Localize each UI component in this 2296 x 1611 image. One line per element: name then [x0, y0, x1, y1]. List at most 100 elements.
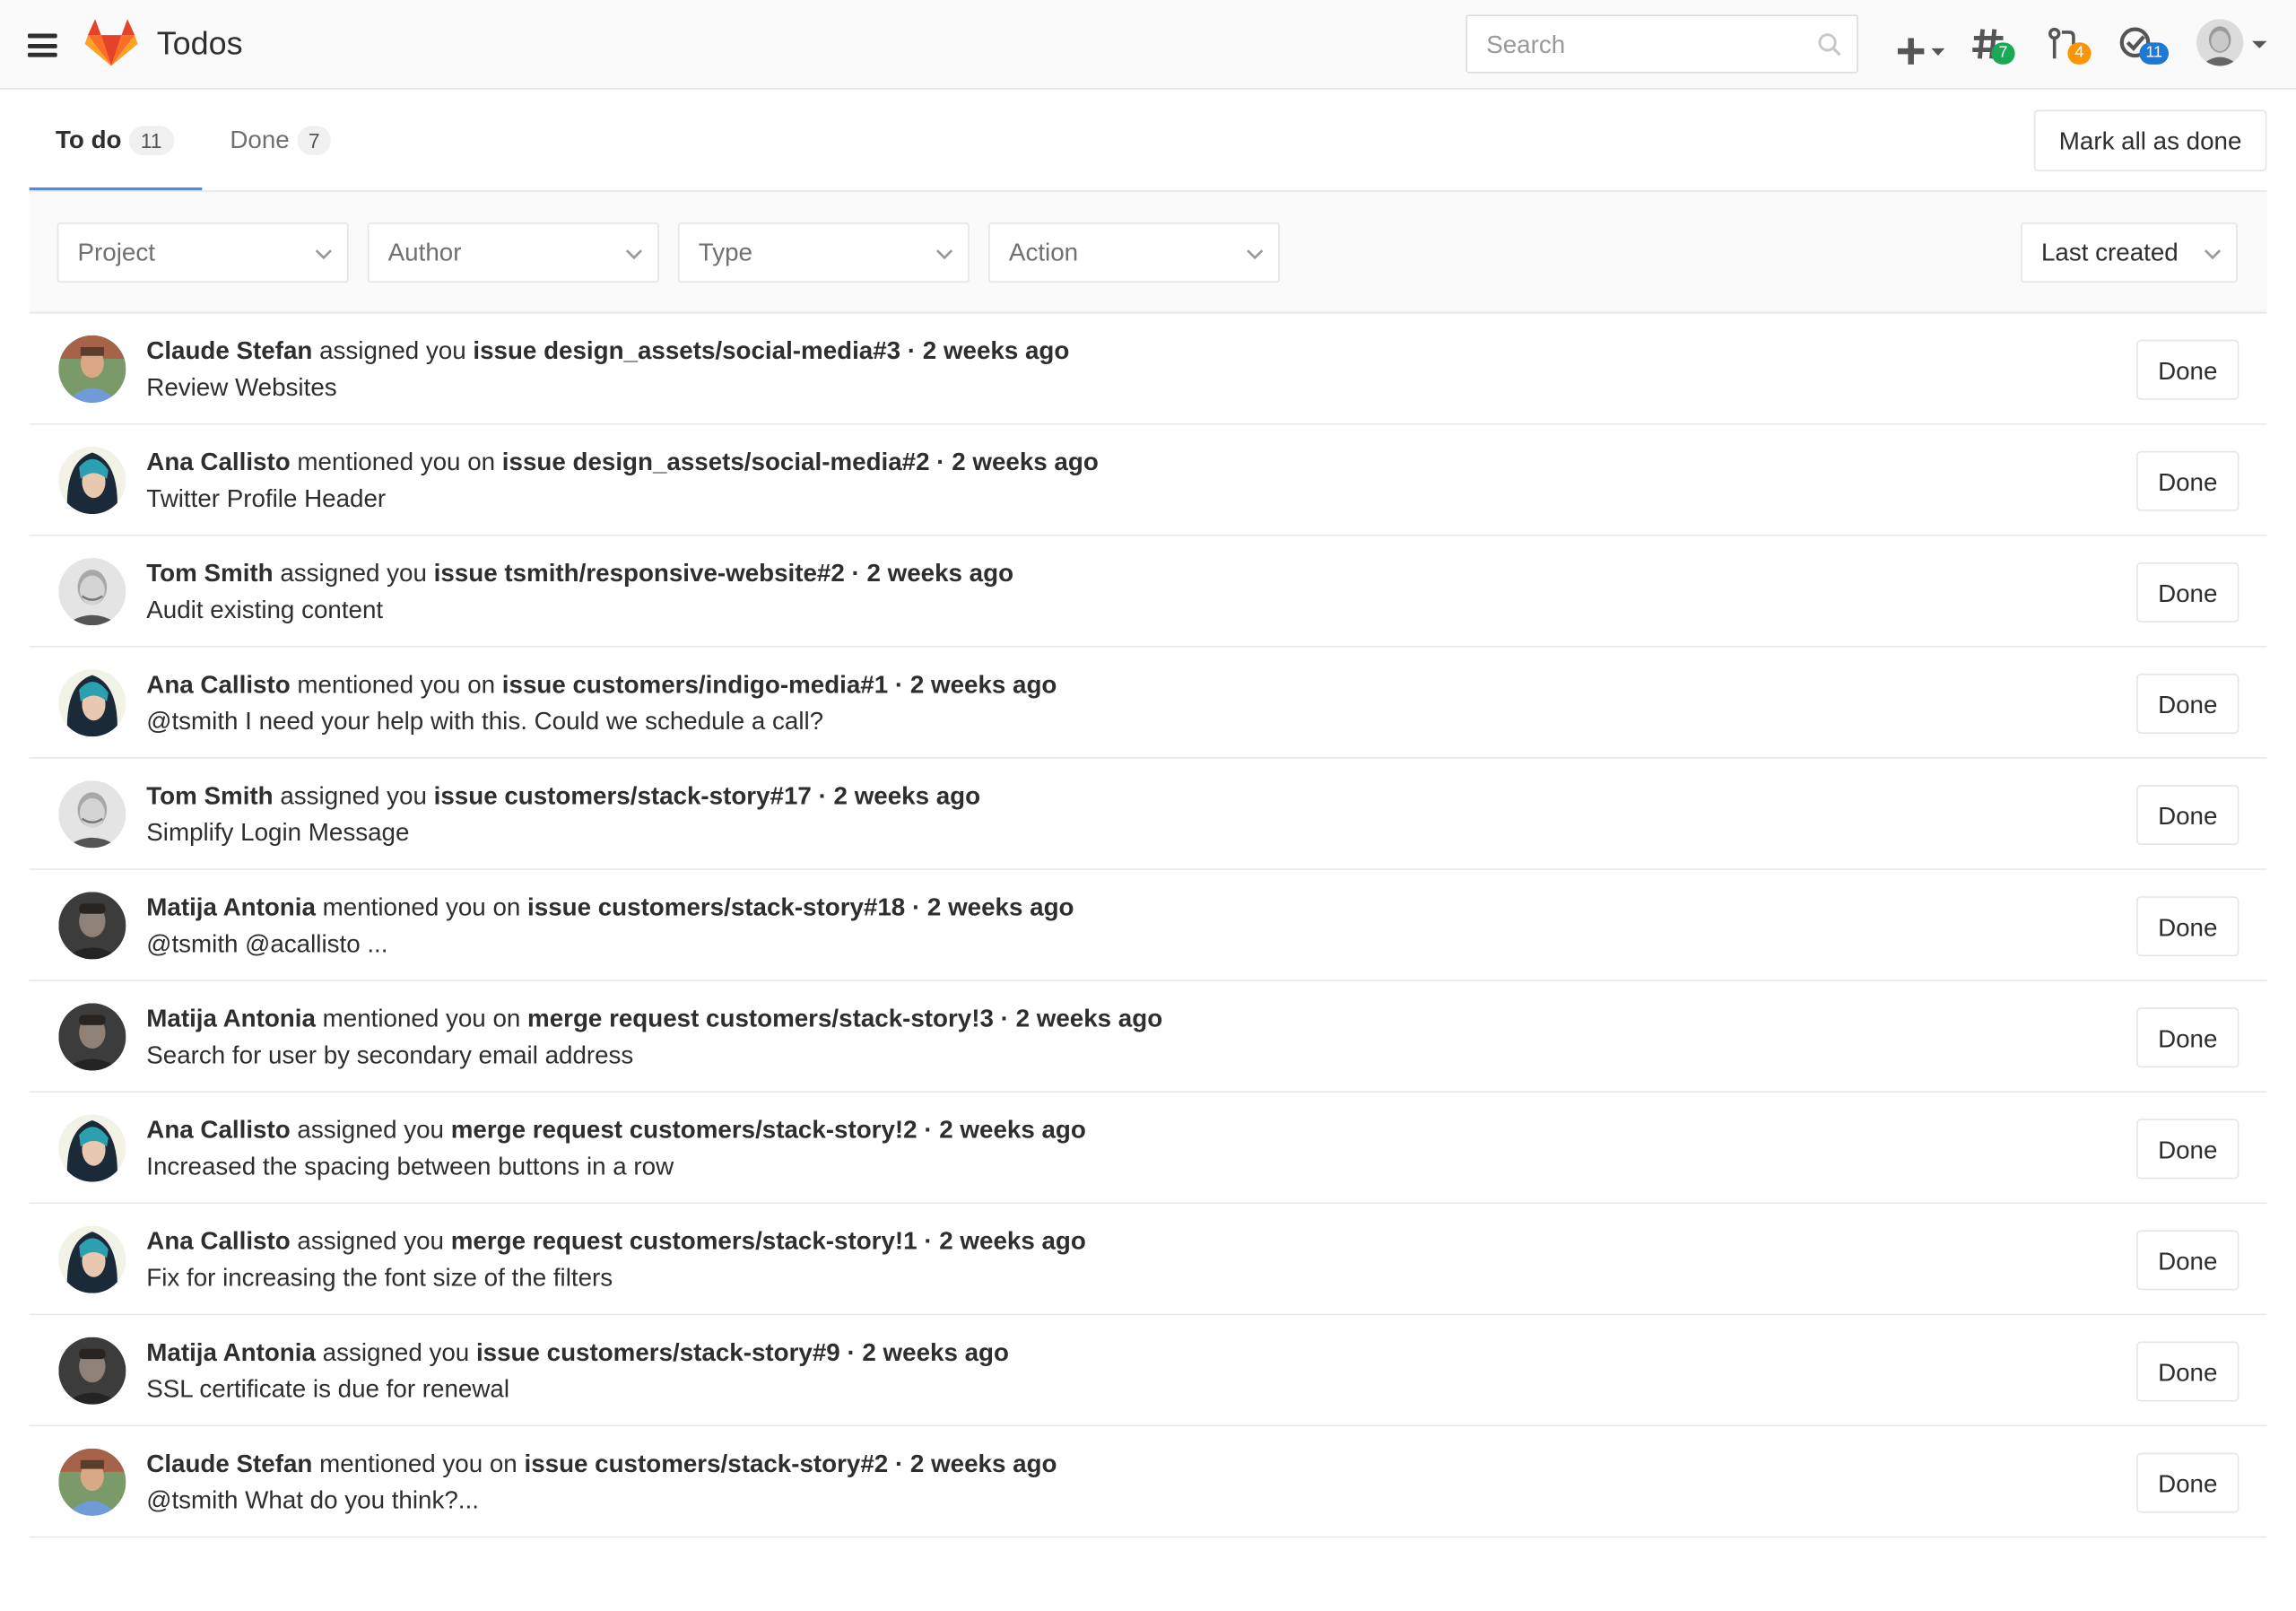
todo-item[interactable]: Ana Callisto assigned you merge request … — [29, 1204, 2267, 1316]
todo-action: mentioned you on — [297, 670, 496, 699]
todo-target-link[interactable]: issue design_assets/social-media#2 — [502, 448, 930, 476]
author-avatar[interactable] — [58, 780, 126, 849]
todo-time: 2 weeks ago — [926, 893, 1074, 921]
todo-target-link[interactable]: issue tsmith/responsive-website#2 — [434, 560, 845, 588]
merge-requests-nav[interactable]: 4 — [2048, 26, 2098, 67]
todo-item[interactable]: Ana Callisto mentioned you on issue desi… — [29, 424, 2267, 536]
todo-item[interactable]: Ana Callisto mentioned you on issue cust… — [29, 648, 2267, 759]
todo-separator: · — [839, 1338, 863, 1367]
todo-separator: · — [993, 1005, 1016, 1033]
done-button[interactable]: Done — [2136, 1230, 2239, 1291]
page-title: Todos — [156, 24, 243, 62]
todo-body: Search for user by secondary email addre… — [146, 1041, 634, 1069]
todo-target-link[interactable]: issue customers/stack-story#17 — [434, 782, 812, 810]
todo-separator: · — [888, 1450, 910, 1478]
todo-body: Fix for increasing the font size of the … — [146, 1264, 613, 1293]
todo-time: 2 weeks ago — [939, 1227, 1086, 1256]
todo-separator: · — [900, 336, 923, 365]
todo-author[interactable]: Tom Smith — [146, 782, 273, 810]
todo-title: Ana Callisto assigned you merge request … — [146, 1116, 1086, 1145]
search-box[interactable] — [1465, 14, 1858, 74]
done-button[interactable]: Done — [2136, 674, 2239, 734]
author-avatar[interactable] — [58, 558, 126, 626]
todo-author[interactable]: Claude Stefan — [146, 337, 312, 365]
todo-item[interactable]: Matija Antonia assigned you issue custom… — [29, 1315, 2267, 1427]
sort-dropdown[interactable]: Last created — [2021, 222, 2238, 283]
todo-target-link[interactable]: issue design_assets/social-media#3 — [473, 337, 900, 365]
todo-author[interactable]: Matija Antonia — [146, 1005, 316, 1032]
todo-action: assigned you — [280, 781, 427, 810]
done-button[interactable]: Done — [2136, 1007, 2239, 1068]
new-plus-icon[interactable] — [1895, 28, 1953, 74]
todo-target-link[interactable]: merge request customers/stack-story!1 — [451, 1227, 918, 1255]
todo-item[interactable]: Claude Stefan assigned you issue design_… — [29, 313, 2267, 425]
mark-all-done-button[interactable]: Mark all as done — [2033, 109, 2267, 172]
todo-time: 2 weeks ago — [866, 559, 1014, 588]
todo-time: 2 weeks ago — [939, 1116, 1086, 1145]
todo-action: assigned you — [322, 1338, 470, 1367]
todo-item[interactable]: Ana Callisto assigned you merge request … — [29, 1093, 2267, 1205]
done-button[interactable]: Done — [2136, 1119, 2239, 1180]
menu-icon[interactable] — [28, 33, 57, 57]
todo-item[interactable]: Tom Smith assigned you issue tsmith/resp… — [29, 536, 2267, 648]
done-button[interactable]: Done — [2136, 1341, 2239, 1402]
author-avatar[interactable] — [58, 1225, 126, 1293]
todo-separator: · — [905, 893, 927, 921]
project-filter-dropdown[interactable]: Project — [57, 222, 349, 283]
done-button[interactable]: Done — [2136, 785, 2239, 846]
todo-item[interactable]: Claude Stefan mentioned you on issue cus… — [29, 1426, 2267, 1538]
todo-author[interactable]: Ana Callisto — [146, 1227, 290, 1255]
author-avatar[interactable] — [58, 1337, 126, 1405]
done-button[interactable]: Done — [2136, 1452, 2239, 1513]
author-avatar[interactable] — [58, 335, 126, 403]
todo-target-link[interactable]: merge request customers/stack-story!2 — [451, 1116, 918, 1144]
todo-item[interactable]: Matija Antonia mentioned you on merge re… — [29, 981, 2267, 1093]
search-icon — [1818, 33, 1841, 57]
todo-target-link[interactable]: issue customers/stack-story#9 — [476, 1338, 840, 1366]
todo-action: mentioned you on — [297, 448, 496, 476]
todo-time: 2 weeks ago — [909, 1450, 1057, 1478]
todo-author[interactable]: Claude Stefan — [146, 1450, 312, 1477]
todo-author[interactable]: Ana Callisto — [146, 448, 290, 476]
filter-bar: Project Author Type Action Last created — [29, 191, 2267, 314]
todo-action: assigned you — [280, 559, 427, 588]
tab-done[interactable]: Done 7 — [230, 126, 332, 156]
search-input[interactable] — [1483, 29, 1812, 62]
chevron-down-icon — [1247, 249, 1264, 260]
todo-author[interactable]: Matija Antonia — [146, 893, 316, 921]
todo-target-link[interactable]: issue customers/stack-story#18 — [527, 893, 905, 921]
author-avatar[interactable] — [58, 669, 126, 737]
todo-item[interactable]: Matija Antonia mentioned you on issue cu… — [29, 870, 2267, 981]
todo-target-link[interactable]: issue customers/indigo-media#1 — [502, 671, 888, 699]
done-button[interactable]: Done — [2136, 339, 2239, 400]
todo-author[interactable]: Ana Callisto — [146, 1116, 290, 1144]
sort-label: Last created — [2040, 239, 2179, 267]
issues-nav[interactable]: 7 — [1971, 26, 2022, 67]
todo-time: 2 weeks ago — [833, 781, 981, 810]
type-filter-dropdown[interactable]: Type — [677, 222, 970, 283]
todo-author[interactable]: Tom Smith — [146, 560, 273, 588]
gitlab-logo-icon[interactable] — [84, 18, 138, 68]
todo-item[interactable]: Tom Smith assigned you issue customers/s… — [29, 759, 2267, 870]
todo-action: mentioned you on — [322, 1005, 521, 1033]
author-filter-dropdown[interactable]: Author — [367, 222, 659, 283]
author-avatar[interactable] — [58, 1448, 126, 1516]
todo-author[interactable]: Matija Antonia — [146, 1338, 316, 1366]
author-avatar[interactable] — [58, 892, 126, 960]
todos-nav[interactable]: 11 — [2119, 26, 2178, 67]
done-button[interactable]: Done — [2136, 562, 2239, 623]
todo-target-link[interactable]: issue customers/stack-story#2 — [524, 1450, 888, 1477]
tab-todo[interactable]: To do 11 — [56, 126, 174, 156]
author-avatar[interactable] — [58, 1003, 126, 1071]
action-filter-dropdown[interactable]: Action — [988, 222, 1280, 283]
todo-action: mentioned you on — [319, 1450, 517, 1478]
author-avatar[interactable] — [58, 446, 126, 515]
todo-body: Audit existing content — [146, 596, 384, 624]
done-button[interactable]: Done — [2136, 450, 2239, 511]
user-menu-chevron-icon[interactable] — [2252, 39, 2267, 49]
user-avatar[interactable] — [2196, 19, 2244, 66]
done-button[interactable]: Done — [2136, 896, 2239, 957]
todo-target-link[interactable]: merge request customers/stack-story!3 — [527, 1005, 994, 1032]
author-avatar[interactable] — [58, 1114, 126, 1182]
todo-author[interactable]: Ana Callisto — [146, 671, 290, 699]
